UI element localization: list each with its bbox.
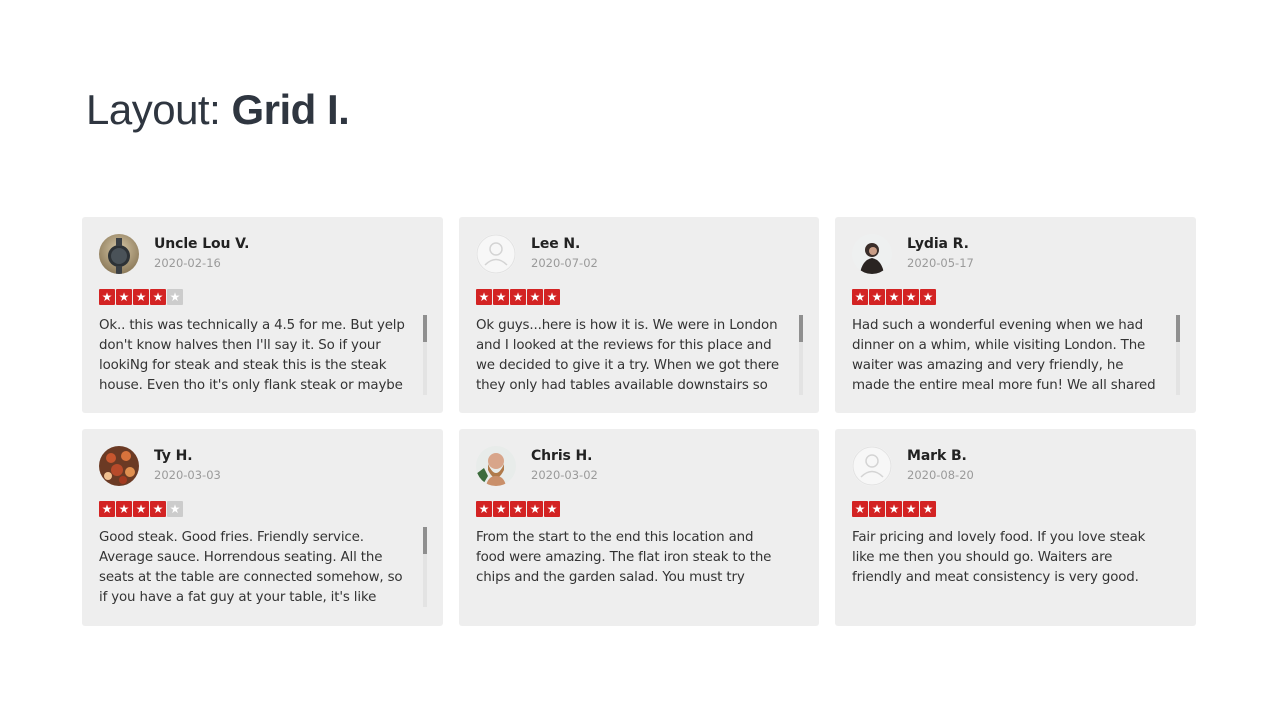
scrollbar-thumb[interactable] xyxy=(1176,315,1180,342)
page-title-prefix: Layout: xyxy=(86,86,232,133)
star-icon: ★ xyxy=(167,501,183,517)
star-icon: ★ xyxy=(510,289,526,305)
star-icon: ★ xyxy=(886,289,902,305)
review-text: Good steak. Good fries. Friendly service… xyxy=(99,530,403,605)
star-rating: ★ ★ ★ ★ ★ xyxy=(852,501,1179,517)
star-icon: ★ xyxy=(99,501,115,517)
review-date: 2020-03-03 xyxy=(154,468,221,482)
review-date: 2020-07-02 xyxy=(531,256,598,270)
star-icon: ★ xyxy=(116,289,132,305)
star-rating: ★ ★ ★ ★ ★ xyxy=(476,289,802,305)
star-icon: ★ xyxy=(476,501,492,517)
review-date: 2020-05-17 xyxy=(907,256,974,270)
star-icon: ★ xyxy=(150,289,166,305)
review-text: From the start to the end this location … xyxy=(476,530,772,585)
star-icon: ★ xyxy=(476,289,492,305)
reviewer-name: Uncle Lou V. xyxy=(154,236,250,252)
scrollbar-thumb[interactable] xyxy=(423,527,427,554)
scrollbar-thumb[interactable] xyxy=(423,315,427,342)
review-date: 2020-08-20 xyxy=(907,468,974,482)
star-icon: ★ xyxy=(869,289,885,305)
reviewer-name: Mark B. xyxy=(907,448,967,464)
review-scrollbar[interactable] xyxy=(799,315,803,395)
star-icon: ★ xyxy=(903,501,919,517)
star-rating: ★ ★ ★ ★ ★ xyxy=(99,501,426,517)
reviewer-name: Lee N. xyxy=(531,236,581,252)
star-icon: ★ xyxy=(869,501,885,517)
review-card: Lydia R. 2020-05-17 ★ ★ ★ ★ ★ Had such a won… xyxy=(835,217,1196,413)
star-rating: ★ ★ ★ ★ ★ xyxy=(476,501,802,517)
star-icon: ★ xyxy=(920,289,936,305)
page-title-emphasis: Grid I. xyxy=(231,86,350,133)
review-text: Had such a wonderful evening when we had… xyxy=(852,318,1156,393)
star-icon: ★ xyxy=(527,289,543,305)
default-user-avatar xyxy=(852,446,892,486)
reviewer-name: Ty H. xyxy=(154,448,193,464)
star-icon: ★ xyxy=(920,501,936,517)
review-text: Ok guys...here is how it is. We were in … xyxy=(476,318,779,393)
star-icon: ★ xyxy=(527,501,543,517)
review-card: Chris H. 2020-03-02 ★ ★ ★ ★ ★ From the start… xyxy=(459,429,819,626)
review-scrollbar[interactable] xyxy=(423,527,427,607)
person-photo-avatar xyxy=(852,234,892,274)
page-title: Layout: Grid I. xyxy=(86,82,350,138)
default-user-avatar xyxy=(476,234,516,274)
review-card: Ty H. 2020-03-03 ★ ★ ★ ★ ★ Good steak. Good … xyxy=(82,429,443,626)
star-icon: ★ xyxy=(133,501,149,517)
review-scrollbar[interactable] xyxy=(1176,315,1180,395)
scrollbar-thumb[interactable] xyxy=(799,315,803,342)
review-text: Fair pricing and lovely food. If you lov… xyxy=(852,530,1146,585)
star-rating: ★ ★ ★ ★ ★ xyxy=(99,289,426,305)
bearded-man-photo-avatar xyxy=(476,446,516,486)
reviewer-name: Chris H. xyxy=(531,448,593,464)
star-icon: ★ xyxy=(150,501,166,517)
star-icon: ★ xyxy=(852,501,868,517)
food-photo-avatar xyxy=(99,446,139,486)
star-icon: ★ xyxy=(510,501,526,517)
watch-photo-avatar xyxy=(99,234,139,274)
review-date: 2020-02-16 xyxy=(154,256,221,270)
reviewer-name: Lydia R. xyxy=(907,236,969,252)
star-icon: ★ xyxy=(493,289,509,305)
review-card: Uncle Lou V. 2020-02-16 ★ ★ ★ ★ ★ Ok.. this … xyxy=(82,217,443,413)
star-icon: ★ xyxy=(544,501,560,517)
review-scrollbar[interactable] xyxy=(423,315,427,395)
star-icon: ★ xyxy=(886,501,902,517)
star-icon: ★ xyxy=(99,289,115,305)
star-icon: ★ xyxy=(493,501,509,517)
review-card: Lee N. 2020-07-02 ★ ★ ★ ★ ★ Ok guys...here i… xyxy=(459,217,819,413)
reviews-grid: Uncle Lou V. 2020-02-16 ★ ★ ★ ★ ★ Ok.. this … xyxy=(82,217,1196,626)
star-icon: ★ xyxy=(544,289,560,305)
review-card: Mark B. 2020-08-20 ★ ★ ★ ★ ★ Fair pricing an… xyxy=(835,429,1196,626)
star-icon: ★ xyxy=(167,289,183,305)
review-date: 2020-03-02 xyxy=(531,468,598,482)
star-rating: ★ ★ ★ ★ ★ xyxy=(852,289,1179,305)
star-icon: ★ xyxy=(116,501,132,517)
star-icon: ★ xyxy=(903,289,919,305)
review-text: Ok.. this was technically a 4.5 for me. … xyxy=(99,318,405,393)
star-icon: ★ xyxy=(852,289,868,305)
star-icon: ★ xyxy=(133,289,149,305)
